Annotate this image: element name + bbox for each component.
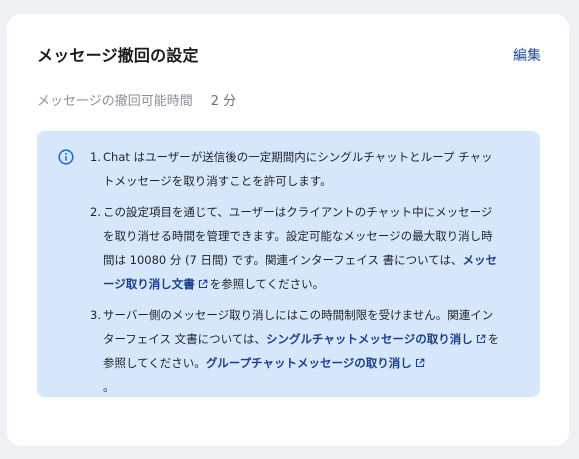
link-label[interactable]: シングルチャットメッセージの取り消し	[266, 332, 473, 346]
recall-time-setting: メッセージの撤回可能時間 2 分	[37, 92, 236, 112]
item-number: 3.	[90, 308, 101, 322]
notice-item-3: 3. サーバー側のメッセージ取り消しにはこの時間制限を受けません。関連インターフ…	[90, 303, 500, 399]
card-title: メッセージ撤回の設定	[37, 46, 199, 65]
item-text: を参照してください。	[209, 277, 325, 291]
notice-list: 1. Chat はユーザーが送信後の一定期間内にシングルチャットとループ チャッ…	[90, 145, 500, 406]
edit-link[interactable]: 編集	[513, 44, 541, 68]
item-text: 。	[103, 380, 115, 394]
link-label[interactable]: グループチャットメッセージの取り消し	[206, 356, 412, 370]
notice-item-1: 1. Chat はユーザーが送信後の一定期間内にシングルチャットとループ チャッ…	[90, 145, 500, 193]
item-text: Chat はユーザーが送信後の一定期間内にシングルチャットとループ チャットメッ…	[103, 150, 493, 188]
setting-label: メッセージの撤回可能時間	[37, 94, 193, 109]
info-icon	[58, 149, 74, 165]
external-link-icon	[198, 279, 208, 289]
info-notice: 1. Chat はユーザーが送信後の一定期間内にシングルチャットとループ チャッ…	[37, 131, 540, 397]
item-number: 1.	[90, 150, 101, 164]
item-number: 2.	[90, 205, 101, 219]
setting-value: 2 分	[210, 94, 237, 109]
external-link-icon	[415, 358, 425, 368]
card-header: メッセージ撤回の設定 編集	[37, 44, 541, 68]
settings-card: メッセージ撤回の設定 編集 メッセージの撤回可能時間 2 分 1. Chat はユ…	[7, 14, 569, 446]
external-link-icon	[476, 334, 486, 344]
single-chat-recall-link[interactable]: シングルチャットメッセージの取り消し	[266, 332, 488, 346]
item-text: この設定項目を通じて、ユーザーはクライアントのチャット中にメッセージを取り消せる…	[103, 205, 493, 267]
group-chat-recall-link[interactable]: グループチャットメッセージの取り消し	[206, 356, 427, 370]
notice-item-2: 2. この設定項目を通じて、ユーザーはクライアントのチャット中にメッセージを取り…	[90, 200, 500, 296]
